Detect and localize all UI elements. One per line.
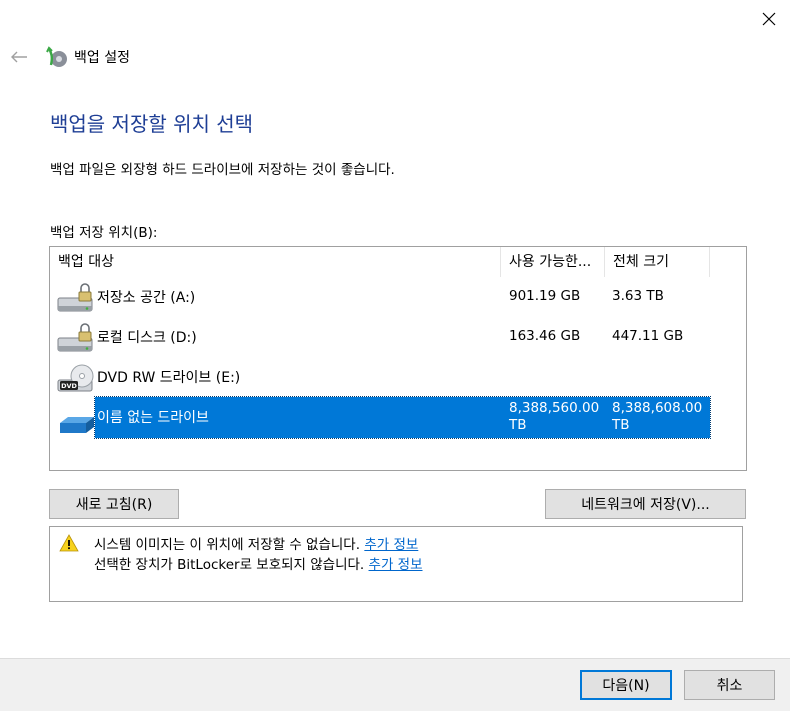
drive-name: 저장소 공간 (A:) xyxy=(97,290,196,306)
warning-line-2: 선택한 장치가 BitLocker로 보호되지 않습니다. 추가 정보 xyxy=(94,553,423,573)
drive-name: 이름 없는 드라이브 xyxy=(97,410,209,426)
svg-text:DVD: DVD xyxy=(61,382,77,390)
warning-text-system-image: 시스템 이미지는 이 위치에 저장할 수 없습니다. xyxy=(94,537,361,553)
page-heading: 백업을 저장할 위치 선택 xyxy=(50,112,254,136)
list-item-local-disk[interactable]: 로컬 디스크 (D:) 163.46 GB 447.11 GB xyxy=(50,317,746,357)
drive-total: 3.63 TB xyxy=(612,288,664,304)
more-info-link-2[interactable]: 추가 정보 xyxy=(369,557,423,573)
drive-total: 447.11 GB xyxy=(612,328,684,344)
save-on-network-button[interactable]: 네트워크에 저장(V)... xyxy=(545,489,746,519)
warning-text-bitlocker: 선택한 장치가 BitLocker로 보호되지 않습니다. xyxy=(94,557,365,573)
usb-drive-icon xyxy=(56,403,96,439)
backup-app-icon xyxy=(45,45,69,69)
window-title: 백업 설정 xyxy=(74,50,130,66)
cancel-button[interactable]: 취소 xyxy=(684,670,775,700)
back-button[interactable] xyxy=(6,45,32,69)
list-item-storage-space[interactable]: 저장소 공간 (A:) 901.19 GB 3.63 TB xyxy=(50,277,746,317)
warning-box: 시스템 이미지는 이 위치에 저장할 수 없습니다. 추가 정보 선택한 장치가… xyxy=(49,526,743,602)
drive-name: 로컬 디스크 (D:) xyxy=(97,330,197,346)
dvd-drive-icon: DVD xyxy=(56,361,96,397)
close-button[interactable] xyxy=(755,6,783,32)
drive-available: 8,388,560.00 TB xyxy=(509,400,600,433)
close-icon xyxy=(762,12,776,26)
drive-name: DVD RW 드라이브 (E:) xyxy=(97,370,241,386)
column-header-available[interactable]: 사용 가능한... xyxy=(501,247,605,277)
next-button[interactable]: 다음(N) xyxy=(580,670,672,700)
page-description: 백업 파일은 외장형 하드 드라이브에 저장하는 것이 좋습니다. xyxy=(50,162,395,178)
column-header-total[interactable]: 전체 크기 xyxy=(605,247,710,277)
list-item-unnamed-drive[interactable]: 이름 없는 드라이브 8,388,560.00 TB 8,388,608.00 … xyxy=(50,396,746,439)
drive-available: 901.19 GB xyxy=(509,288,581,304)
column-header-destination[interactable]: 백업 대상 xyxy=(50,247,501,277)
back-arrow-icon xyxy=(11,51,27,63)
warning-icon xyxy=(59,534,79,556)
warning-line-1: 시스템 이미지는 이 위치에 저장할 수 없습니다. 추가 정보 xyxy=(94,533,418,553)
locked-drive-icon xyxy=(56,321,96,357)
refresh-button[interactable]: 새로 고침(R) xyxy=(49,489,179,519)
backup-location-label: 백업 저장 위치(B): xyxy=(50,225,158,241)
locked-drive-icon xyxy=(56,281,96,317)
backup-destination-list[interactable]: 백업 대상 사용 가능한... 전체 크기 저장소 공간 (A:) 901.19… xyxy=(49,246,747,471)
list-item-dvd-drive[interactable]: DVD DVD RW 드라이브 (E:) xyxy=(50,357,746,397)
drive-available: 163.46 GB xyxy=(509,328,581,344)
footer-bar: 다음(N) 취소 xyxy=(0,658,790,711)
drive-total: 8,388,608.00 TB xyxy=(612,400,703,433)
more-info-link-1[interactable]: 추가 정보 xyxy=(364,537,418,553)
